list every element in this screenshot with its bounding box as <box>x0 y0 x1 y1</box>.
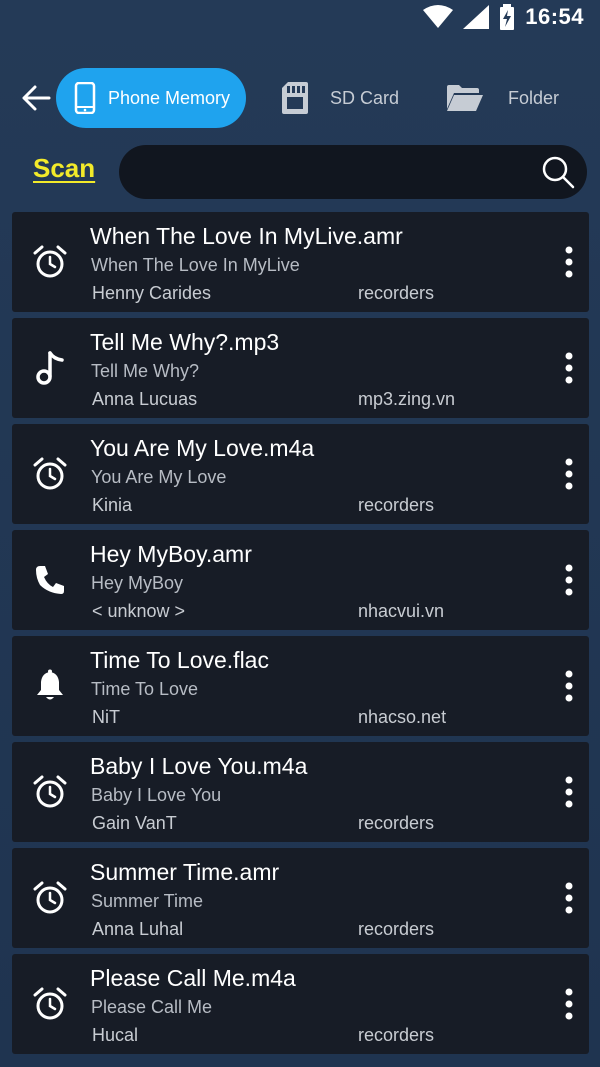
more-vertical-icon <box>565 564 573 596</box>
item-source: mp3.zing.vn <box>358 389 456 409</box>
more-vertical-icon <box>565 246 573 278</box>
list-item[interactable]: Summer Time.amr Summer Time Anna Luhal r… <box>12 848 589 948</box>
item-title: Tell Me Why?.mp3 <box>90 329 280 355</box>
scan-button[interactable]: Scan <box>33 153 95 184</box>
back-button[interactable] <box>18 82 54 114</box>
bell-icon <box>37 669 63 700</box>
list-item[interactable]: Tell Me Why?.mp3 Tell Me Why? Anna Lucua… <box>12 318 589 418</box>
tab-sd-card-label: SD Card <box>330 87 400 108</box>
search-icon[interactable] <box>541 155 575 189</box>
tab-sd-card[interactable]: SD Card <box>282 68 432 128</box>
item-title: Summer Time.amr <box>90 859 280 885</box>
alarm-icon <box>33 881 67 914</box>
item-title: When The Love In MyLive.amr <box>90 223 403 249</box>
item-artist: Kinia <box>92 495 133 515</box>
more-options-button[interactable] <box>557 986 581 1022</box>
item-artist: Anna Luhal <box>92 919 184 939</box>
wifi-icon <box>423 5 454 28</box>
more-vertical-icon <box>565 988 573 1020</box>
item-subtitle: Summer Time <box>91 891 204 911</box>
item-title: Hey MyBoy.amr <box>90 541 252 567</box>
more-options-button[interactable] <box>557 668 581 704</box>
item-artist: Gain VanT <box>92 813 177 833</box>
search-row: Scan <box>0 145 600 201</box>
more-options-button[interactable] <box>557 456 581 492</box>
folder-icon <box>447 85 483 111</box>
status-time: 16:54 <box>525 4 584 29</box>
list-item[interactable]: Baby I Love You.m4a Baby I Love You Gain… <box>12 742 589 842</box>
tab-folder[interactable]: Folder <box>446 68 586 128</box>
more-options-button[interactable] <box>557 244 581 280</box>
item-source: recorders <box>358 1025 435 1045</box>
signal-icon <box>463 5 490 29</box>
item-subtitle: Please Call Me <box>91 997 213 1017</box>
item-source: recorders <box>358 283 435 303</box>
status-icons: 16:54 <box>423 4 584 30</box>
more-options-button[interactable] <box>557 562 581 598</box>
item-title: Time To Love.flac <box>90 647 269 673</box>
search-input[interactable] <box>139 145 523 201</box>
item-subtitle: You Are My Love <box>91 467 227 487</box>
search-box <box>119 145 587 201</box>
more-options-button[interactable] <box>557 774 581 810</box>
alarm-icon <box>33 457 67 490</box>
more-vertical-icon <box>565 776 573 808</box>
ringtone-list: When The Love In MyLive.amr When The Lov… <box>12 212 589 1060</box>
item-artist: Anna Lucuas <box>92 389 198 409</box>
item-source: recorders <box>358 495 435 515</box>
item-artist: Henny Carides <box>92 283 212 303</box>
more-vertical-icon <box>565 670 573 702</box>
item-subtitle: Baby I Love You <box>91 785 222 805</box>
item-source: recorders <box>358 919 435 939</box>
item-artist: NiT <box>92 707 120 727</box>
alarm-icon <box>33 775 67 808</box>
alarm-icon <box>33 987 67 1020</box>
more-options-button[interactable] <box>557 880 581 916</box>
tab-folder-label: Folder <box>508 87 560 108</box>
sd-card-icon <box>282 82 308 114</box>
more-vertical-icon <box>565 352 573 384</box>
alarm-icon <box>33 245 67 278</box>
list-item[interactable]: Time To Love.flac Time To Love NiT nhacs… <box>12 636 589 736</box>
more-options-button[interactable] <box>557 350 581 386</box>
item-subtitle: Tell Me Why? <box>91 361 200 381</box>
item-source: nhacso.net <box>358 707 447 727</box>
item-source: recorders <box>358 813 435 833</box>
more-vertical-icon <box>565 882 573 914</box>
item-subtitle: Time To Love <box>91 679 199 699</box>
tab-phone-memory[interactable]: Phone Memory <box>56 68 246 128</box>
item-title: You Are My Love.m4a <box>90 435 315 461</box>
tab-phone-memory-label: Phone Memory <box>108 87 231 108</box>
list-item[interactable]: Hey MyBoy.amr Hey MyBoy < unknow > nhacv… <box>12 530 589 630</box>
music-note-icon <box>36 351 64 385</box>
item-source: nhacvui.vn <box>358 601 445 621</box>
item-subtitle: Hey MyBoy <box>91 573 184 593</box>
item-artist: Hucal <box>92 1025 139 1045</box>
list-item[interactable]: When The Love In MyLive.amr When The Lov… <box>12 212 589 312</box>
item-subtitle: When The Love In MyLive <box>91 255 300 275</box>
list-item[interactable]: You Are My Love.m4a You Are My Love Kini… <box>12 424 589 524</box>
list-item[interactable]: Please Call Me.m4a Please Call Me Hucal … <box>12 954 589 1054</box>
status-bar: 16:54 <box>0 0 600 40</box>
item-title: Baby I Love You.m4a <box>90 753 308 779</box>
storage-tabs: Phone Memory SD Card Folder <box>0 68 600 128</box>
phone-icon <box>74 82 96 114</box>
more-vertical-icon <box>565 458 573 490</box>
item-artist: < unknow > <box>92 601 186 621</box>
phone-call-icon <box>36 566 64 594</box>
arrow-left-icon <box>22 85 51 111</box>
battery-charging-icon <box>500 4 515 30</box>
item-title: Please Call Me.m4a <box>90 965 296 991</box>
